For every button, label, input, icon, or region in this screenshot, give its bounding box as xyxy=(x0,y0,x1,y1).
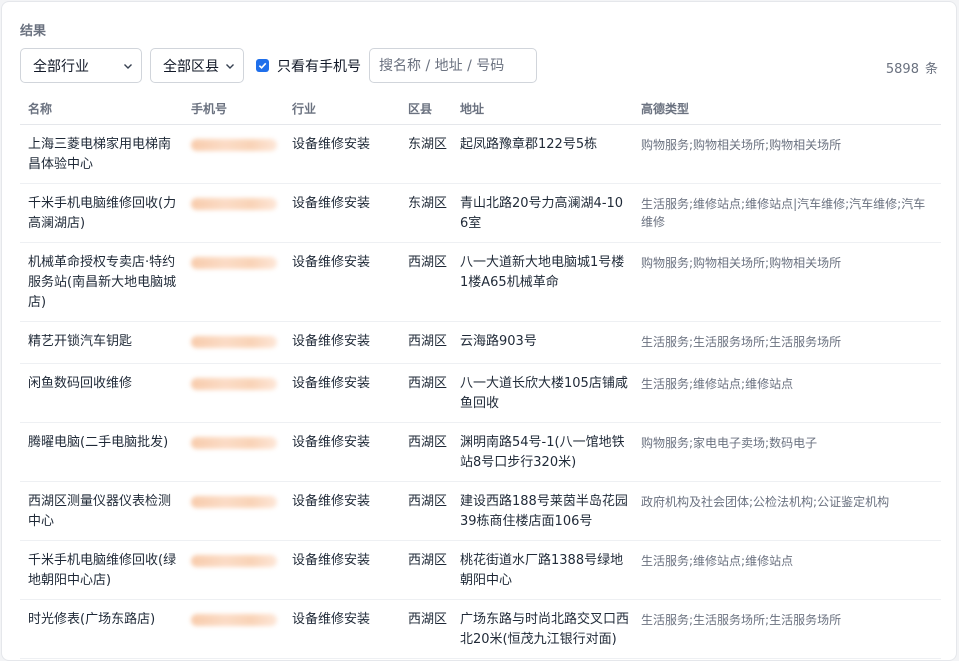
cell-name: 时光修表(广场东路店) xyxy=(20,599,183,659)
column-header-district: 区县 xyxy=(400,94,452,125)
table-row: 西湖区测量仪器仪表检测中心 设备维修安装 西湖区 建设西路188号莱茵半岛花园3… xyxy=(20,481,941,541)
only-phone-checkbox[interactable] xyxy=(256,59,269,72)
cell-phone xyxy=(183,183,284,243)
cell-district: 东湖区 xyxy=(400,183,452,243)
only-phone-toggle[interactable]: 只看有手机号 xyxy=(256,56,361,76)
column-header-phone: 手机号 xyxy=(183,94,284,125)
cell-phone xyxy=(183,481,284,541)
cell-name: 西湖区测量仪器仪表检测中心 xyxy=(20,481,183,541)
cell-industry: 设备维修安装 xyxy=(284,599,400,659)
cell-phone xyxy=(183,321,284,364)
cell-industry: 设备维修安装 xyxy=(284,481,400,541)
cell-district: 东湖区 xyxy=(400,124,452,184)
cell-amap-type: 生活服务;维修站点;维修站点|汽车维修;汽车维修;汽车维修 xyxy=(633,183,941,243)
cell-amap-type: 购物服务;家电电子卖场;数码电子 xyxy=(633,422,941,482)
table-row: 闲鱼数码回收维修 设备维修安装 西湖区 八一大道长欣大楼105店铺咸鱼回收 生活… xyxy=(20,363,941,423)
cell-phone xyxy=(183,422,284,482)
cell-address: 渊明南路54号-1(八一馆地铁站8号口步行320米) xyxy=(452,422,633,482)
blurred-phone xyxy=(191,613,277,626)
table-row: 精艺开锁汽车钥匙 设备维修安装 西湖区 云海路903号 生活服务;生活服务场所;… xyxy=(20,321,941,364)
table-row: 机械革命授权专卖店·特约服务站(南昌新大地电脑城店) 设备维修安装 西湖区 八一… xyxy=(20,242,941,322)
table-row: 千米手机电脑维修回收(绿地朝阳中心店) 设备维修安装 西湖区 桃花街道水厂路13… xyxy=(20,540,941,600)
cell-name: 精艺开锁汽车钥匙 xyxy=(20,321,183,364)
cell-address: 起凤路豫章郡122号5栋 xyxy=(452,124,633,184)
district-select[interactable]: 全部区县 xyxy=(150,48,244,83)
cell-industry: 设备维修安装 xyxy=(284,183,400,243)
cell-phone xyxy=(183,540,284,600)
result-count-value: 5898 xyxy=(885,62,919,77)
cell-amap-type: 购物服务;购物相关场所;购物相关场所 xyxy=(633,124,941,184)
cell-industry: 设备维修安装 xyxy=(284,242,400,322)
table-row: 时光修表(广场东路店) 设备维修安装 西湖区 广场东路与时尚北路交叉口西北20米… xyxy=(20,599,941,659)
industry-select[interactable]: 全部行业 xyxy=(20,48,142,83)
table-row: 千米手机电脑维修回收(力高澜湖店) 设备维修安装 东湖区 青山北路20号力高澜湖… xyxy=(20,183,941,243)
cell-amap-type: 生活服务;生活服务场所;生活服务场所 xyxy=(633,599,941,659)
only-phone-label: 只看有手机号 xyxy=(277,58,361,75)
blurred-phone xyxy=(191,138,277,151)
result-count: 5898 条 xyxy=(886,58,938,77)
column-header-address: 地址 xyxy=(452,94,633,125)
cell-industry: 设备维修安装 xyxy=(284,422,400,482)
cell-address: 广场东路与时尚北路交叉口西北20米(恒茂九江银行对面) xyxy=(452,599,633,659)
chevron-down-icon xyxy=(225,61,235,71)
chevron-down-icon xyxy=(123,61,133,71)
table-row: 上海三菱电梯家用电梯南昌体验中心 设备维修安装 东湖区 起凤路豫章郡122号5栋… xyxy=(20,124,941,184)
cell-district: 西湖区 xyxy=(400,540,452,600)
cell-district: 西湖区 xyxy=(400,363,452,423)
cell-name: 机械革命授权专卖店·特约服务站(南昌新大地电脑城店) xyxy=(20,242,183,322)
cell-industry: 设备维修安装 xyxy=(284,540,400,600)
cell-phone xyxy=(183,124,284,184)
section-title: 结果 xyxy=(20,24,47,39)
cell-phone xyxy=(183,599,284,659)
cell-address: 青山北路20号力高澜湖4-106室 xyxy=(452,183,633,243)
cell-address: 八一大道新大地电脑城1号楼1楼A65机械革命 xyxy=(452,242,633,322)
results-panel: 结果 全部行业 全部区县 只看有手机号 5898 条 xyxy=(1,1,957,661)
blurred-phone xyxy=(191,197,277,210)
cell-industry: 设备维修安装 xyxy=(284,321,400,364)
cell-district: 西湖区 xyxy=(400,481,452,541)
cell-name: 上海三菱电梯家用电梯南昌体验中心 xyxy=(20,124,183,184)
cell-industry: 设备维修安装 xyxy=(284,363,400,423)
cell-industry: 设备维修安装 xyxy=(284,124,400,184)
cell-district: 西湖区 xyxy=(400,242,452,322)
cell-address: 云海路903号 xyxy=(452,321,633,364)
cell-name: 腾曜电脑(二手电脑批发) xyxy=(20,422,183,482)
cell-name: 千米手机电脑维修回收(绿地朝阳中心店) xyxy=(20,540,183,600)
cell-address: 八一大道长欣大楼105店铺咸鱼回收 xyxy=(452,363,633,423)
blurred-phone xyxy=(191,436,277,449)
column-header-name: 名称 xyxy=(20,94,183,125)
cell-name: 千米手机电脑维修回收(力高澜湖店) xyxy=(20,183,183,243)
blurred-phone xyxy=(191,256,277,269)
results-table: 名称 手机号 行业 区县 地址 高德类型 上海三菱电梯家用电梯南昌体验中心 设备… xyxy=(20,94,941,659)
cell-amap-type: 政府机构及社会团体;公检法机构;公证鉴定机构 xyxy=(633,481,941,541)
table-header-row: 名称 手机号 行业 区县 地址 高德类型 xyxy=(20,94,941,125)
result-count-unit: 条 xyxy=(924,62,938,77)
column-header-industry: 行业 xyxy=(284,94,400,125)
cell-amap-type: 生活服务;生活服务场所;生活服务场所 xyxy=(633,321,941,364)
cell-district: 西湖区 xyxy=(400,422,452,482)
table-row: 腾曜电脑(二手电脑批发) 设备维修安装 西湖区 渊明南路54号-1(八一馆地铁站… xyxy=(20,422,941,482)
column-header-amap-type: 高德类型 xyxy=(633,94,941,125)
district-select-value: 全部区县 xyxy=(163,58,219,75)
cell-phone xyxy=(183,363,284,423)
blurred-phone xyxy=(191,554,277,567)
cell-name: 闲鱼数码回收维修 xyxy=(20,363,183,423)
search-input[interactable] xyxy=(369,48,537,83)
blurred-phone xyxy=(191,495,277,508)
cell-phone xyxy=(183,242,284,322)
industry-select-value: 全部行业 xyxy=(33,58,89,75)
cell-amap-type: 生活服务;维修站点;维修站点 xyxy=(633,540,941,600)
cell-district: 西湖区 xyxy=(400,321,452,364)
check-icon xyxy=(258,62,267,69)
cell-address: 建设西路188号莱茵半岛花园39栋商住楼店面106号 xyxy=(452,481,633,541)
blurred-phone xyxy=(191,377,277,390)
cell-address: 桃花街道水厂路1388号绿地朝阳中心 xyxy=(452,540,633,600)
cell-district: 西湖区 xyxy=(400,599,452,659)
blurred-phone xyxy=(191,335,277,348)
filter-bar: 全部行业 全部区县 只看有手机号 xyxy=(20,48,537,83)
cell-amap-type: 购物服务;购物相关场所;购物相关场所 xyxy=(633,242,941,322)
cell-amap-type: 生活服务;维修站点;维修站点 xyxy=(633,363,941,423)
